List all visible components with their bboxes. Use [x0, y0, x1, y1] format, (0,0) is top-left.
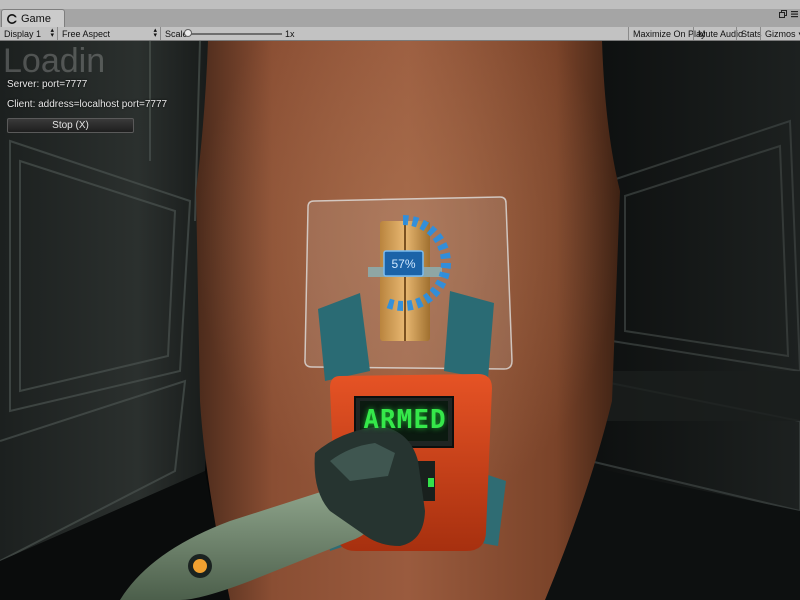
- title-strip: [0, 0, 800, 9]
- game-view-toolbar: Display 1 ▴ ▾ Free Aspect ▴ ▾ Scale 1x Max…: [0, 27, 800, 41]
- loading-text: Loadin: [3, 42, 106, 80]
- unity-icon: [7, 14, 17, 24]
- aspect-label: Free Aspect: [62, 28, 111, 39]
- client-status: Client: address=localhost port=7777: [7, 99, 168, 110]
- stop-button[interactable]: Stop (X): [7, 118, 134, 133]
- bomb-status-display: ARMED: [363, 405, 447, 435]
- gizmos-dropdown[interactable]: Gizmos ▾: [760, 27, 800, 40]
- restore-icon[interactable]: [779, 10, 787, 19]
- aspect-dropdown[interactable]: Free Aspect ▴ ▾: [58, 27, 161, 40]
- scale-slider-track[interactable]: [188, 33, 282, 35]
- mute-audio-toggle[interactable]: Mute Audio: [693, 27, 743, 40]
- server-status: Server: port=7777: [7, 79, 88, 90]
- dropdown-arrow-icon: ▴ ▾: [153, 27, 157, 39]
- game-viewport[interactable]: Loadin Server: port=7777 Client: address…: [0, 41, 800, 600]
- menu-icon[interactable]: [791, 10, 798, 19]
- stats-toggle[interactable]: Stats: [736, 27, 762, 40]
- scale-slider-handle[interactable]: [184, 29, 192, 37]
- dropdown-arrow-icon: ▴ ▾: [50, 27, 54, 39]
- progress-percentage: 57%: [391, 256, 416, 271]
- maximize-on-play-toggle[interactable]: Maximize On Play: [628, 27, 706, 40]
- editor-tab-bar: Game: [0, 0, 800, 28]
- game-tab-label: Game: [21, 13, 51, 25]
- scale-value: 1x: [285, 28, 295, 39]
- display-label: Display 1: [4, 28, 42, 39]
- game-tab[interactable]: Game: [1, 9, 65, 28]
- display-dropdown[interactable]: Display 1 ▴ ▾: [0, 27, 58, 40]
- stats-label: Stats: [741, 28, 762, 39]
- hud-overlay: Loadin Server: port=7777 Client: address…: [0, 41, 800, 600]
- gizmos-label: Gizmos: [765, 28, 796, 39]
